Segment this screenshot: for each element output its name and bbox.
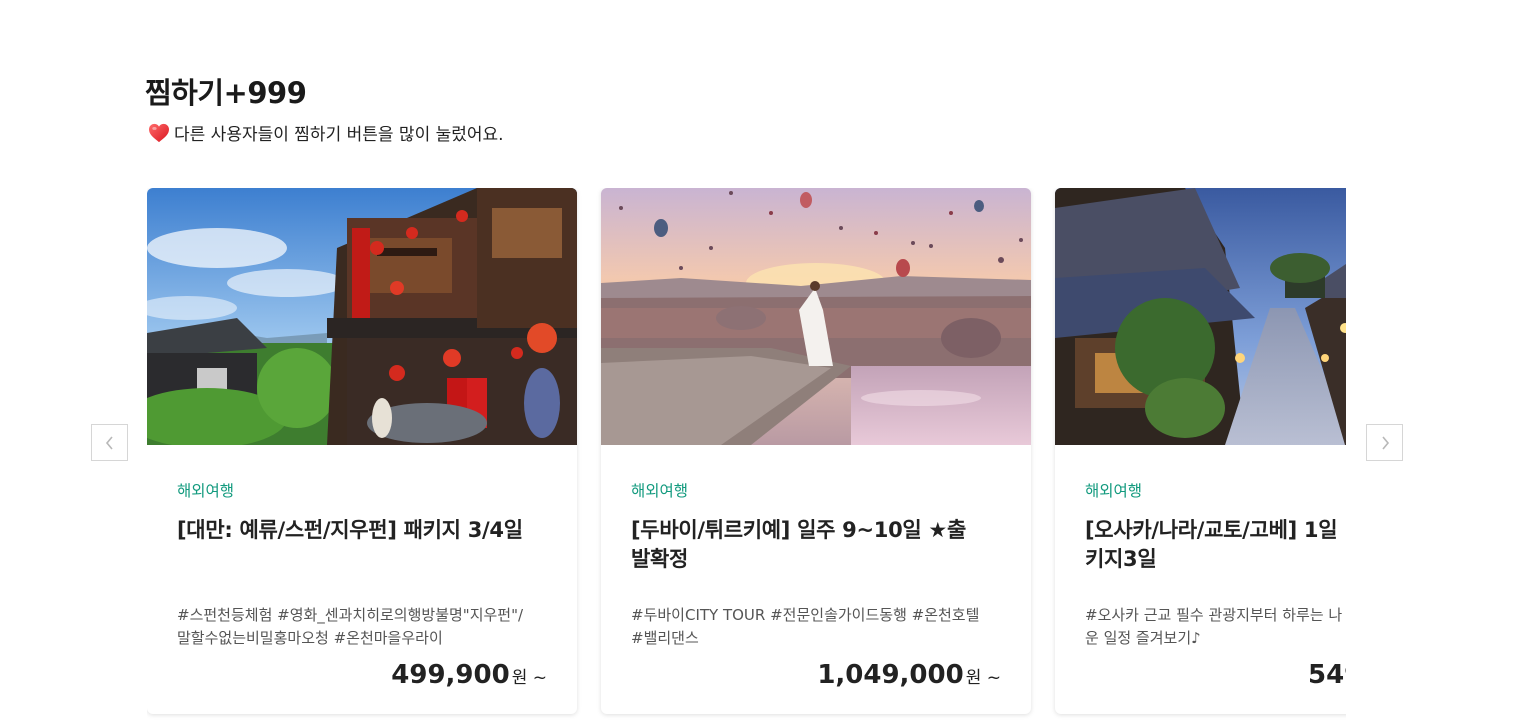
price-amount: 549	[1308, 660, 1346, 690]
carousel-viewport: 해외여행 [대만: 예류/스펀/지우펀] 패키지 3/4일 #스펀천등체험 #영…	[147, 188, 1346, 727]
chevron-left-icon	[105, 435, 113, 450]
product-card[interactable]: 해외여행 [두바이/튀르키예] 일주 9~10일 ★출 발확정 #두바이CITY…	[601, 188, 1031, 714]
taiwan-jiufen-photo[interactable]	[147, 188, 577, 445]
card-tag-line: 말할수없는비밀홍마오청 #온천마을우라이	[177, 629, 443, 647]
subtitle-text: 다른 사용자들이 찜하기 버튼을 많이 눌렀어요.	[174, 125, 504, 145]
kyoto-street-photo[interactable]	[1055, 188, 1346, 445]
product-card[interactable]: 해외여행 [대만: 예류/스펀/지우펀] 패키지 3/4일 #스펀천등체험 #영…	[147, 188, 577, 714]
card-title[interactable]: [오사카/나라/교토/고베] 1일 키지3일	[1085, 516, 1346, 580]
card-title-line: [두바이/튀르키예] 일주 9~10일 ★출	[631, 518, 966, 542]
card-tags: #두바이CITY TOUR #전문인솔가이드동행 #온천호텔 #밸리댄스	[631, 604, 1001, 650]
card-title-line: 발확정	[631, 547, 689, 571]
card-category: 해외여행	[177, 482, 235, 500]
card-tags: #오사카 근교 필수 관광지부터 하루는 나 운 일정 즐겨보기♪	[1085, 604, 1346, 650]
card-tag-line: 운 일정 즐겨보기♪	[1085, 629, 1201, 647]
card-body: 해외여행 [두바이/튀르키예] 일주 9~10일 ★출 발확정 #두바이CITY…	[601, 445, 1031, 714]
card-price: 549	[1308, 660, 1346, 690]
price-amount: 1,049,000	[817, 660, 964, 690]
card-price: 1,049,000 원 ~	[817, 660, 1001, 690]
card-title-line: [대만: 예류/스펀/지우펀] 패키지 3/4일	[177, 518, 523, 542]
carousel-next-button[interactable]	[1366, 424, 1403, 461]
heart-icon	[149, 123, 169, 142]
card-price: 499,900 원 ~	[391, 660, 547, 690]
card-title-line: 키지3일	[1085, 547, 1157, 571]
card-tag-line: #밸리댄스	[631, 629, 699, 647]
price-suffix: 원 ~	[511, 668, 547, 688]
price-suffix: 원 ~	[965, 668, 1001, 688]
card-category: 해외여행	[1085, 482, 1143, 500]
card-body: 해외여행 [오사카/나라/교토/고베] 1일 키지3일 #오사카 근교 필수 관…	[1055, 445, 1346, 714]
section-title: 찜하기+999	[145, 76, 307, 110]
card-title-line: [오사카/나라/교토/고베] 1일	[1085, 518, 1338, 542]
price-amount: 499,900	[391, 660, 510, 690]
carousel-prev-button[interactable]	[91, 424, 128, 461]
cappadocia-balloons-photo[interactable]	[601, 188, 1031, 445]
section-subtitle: 다른 사용자들이 찜하기 버튼을 많이 눌렀어요.	[148, 120, 504, 145]
card-tag-line: #스펀천등체험 #영화_센과치히로의행방불명"지우펀"/	[177, 606, 524, 624]
product-card[interactable]: 해외여행 [오사카/나라/교토/고베] 1일 키지3일 #오사카 근교 필수 관…	[1055, 188, 1346, 714]
card-category: 해외여행	[631, 482, 689, 500]
card-body: 해외여행 [대만: 예류/스펀/지우펀] 패키지 3/4일 #스펀천등체험 #영…	[147, 445, 577, 714]
card-tag-line: #오사카 근교 필수 관광지부터 하루는 나	[1085, 606, 1343, 624]
card-title[interactable]: [대만: 예류/스펀/지우펀] 패키지 3/4일	[177, 516, 547, 580]
chevron-right-icon	[1381, 435, 1389, 450]
card-tags: #스펀천등체험 #영화_센과치히로의행방불명"지우펀"/ 말할수없는비밀홍마오청…	[177, 604, 547, 650]
carousel-track: 해외여행 [대만: 예류/스펀/지우펀] 패키지 3/4일 #스펀천등체험 #영…	[147, 188, 1346, 727]
card-title[interactable]: [두바이/튀르키예] 일주 9~10일 ★출 발확정	[631, 516, 1001, 580]
card-tag-line: #두바이CITY TOUR #전문인솔가이드동행 #온천호텔	[631, 606, 980, 624]
